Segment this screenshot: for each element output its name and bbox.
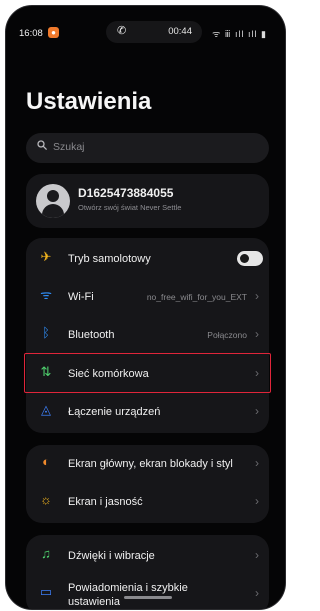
chevron-right-icon: › xyxy=(255,548,259,562)
device-connection-icon: ◬ xyxy=(41,402,51,417)
settings-item-label: Tryb samolotowy xyxy=(68,253,151,265)
airplane-mode-toggle[interactable] xyxy=(237,251,263,266)
notifications-icon: ▭ xyxy=(39,584,53,599)
connectivity-group: ✈ Tryb samolotowy ᯤ Wi-Fi no_free_wifi_f… xyxy=(24,238,271,433)
brightness-icon: ☼ xyxy=(40,492,52,507)
settings-item-label: Łączenie urządzeń xyxy=(68,406,161,418)
home-indicator[interactable] xyxy=(124,596,172,599)
ongoing-call-pill[interactable]: ✆ 00:44 xyxy=(106,21,202,43)
settings-item-bluetooth[interactable]: ᛒ Bluetooth Połączono › xyxy=(26,316,269,354)
settings-item-label: Powiadomienia i szybkie ustawienia xyxy=(68,582,188,608)
settings-item-airplane-mode[interactable]: ✈ Tryb samolotowy xyxy=(26,240,269,278)
page-title: Ustawienia xyxy=(26,88,152,115)
display-group: ◐ Ekran główny, ekran blokady i styl › ☼… xyxy=(26,445,269,523)
status-bar: 16:08 ● ✆ 00:44 ᯤ ⅲ ıll ıll ▮ xyxy=(6,6,285,56)
chevron-right-icon: › xyxy=(255,289,259,303)
chevron-right-icon: › xyxy=(255,456,259,470)
settings-item-label: Dźwięki i wibracje xyxy=(68,550,155,562)
settings-item-device-connection[interactable]: ◬ Łączenie urządzeń › xyxy=(26,393,269,431)
chevron-right-icon: › xyxy=(255,327,259,341)
phone-screen: 16:08 ● ✆ 00:44 ᯤ ⅲ ıll ıll ▮ Ustawienia… xyxy=(6,6,285,609)
call-duration: 00:44 xyxy=(168,26,192,37)
settings-item-label: Wi-Fi xyxy=(68,291,94,303)
highlight-box xyxy=(24,353,271,393)
search-icon xyxy=(37,140,47,150)
settings-item-home-lock-style[interactable]: ◐ Ekran główny, ekran blokady i styl › xyxy=(26,445,269,483)
bluetooth-icon: ᛒ xyxy=(42,325,50,340)
search-placeholder: Szukaj xyxy=(53,141,85,153)
status-icons: ᯤ ⅲ ıll ıll ▮ xyxy=(212,29,267,39)
settings-item-sound-vibration[interactable]: ♫ Dźwięki i wibracje › xyxy=(26,537,269,575)
settings-item-notifications[interactable]: ▭ Powiadomienia i szybkie ustawienia › xyxy=(26,575,269,609)
account-name: D1625473884055 xyxy=(78,186,174,200)
sound-vibration-icon: ♫ xyxy=(41,546,51,561)
settings-item-label: Ekran główny, ekran blokady i styl xyxy=(68,458,233,470)
chevron-right-icon: › xyxy=(255,494,259,508)
avatar xyxy=(36,184,70,218)
account-subtitle: Otwórz swój świat Never Settle xyxy=(78,203,182,212)
settings-item-label: Bluetooth xyxy=(68,329,115,341)
chevron-right-icon: › xyxy=(255,586,259,600)
account-card[interactable]: D1625473884055 Otwórz swój świat Never S… xyxy=(26,174,269,228)
airplane-icon: ✈ xyxy=(40,249,52,264)
search-bar[interactable]: Szukaj xyxy=(26,133,269,163)
palette-icon: ◐ xyxy=(42,454,50,469)
settings-item-display-brightness[interactable]: ☼ Ekran i jasność › xyxy=(26,483,269,521)
wifi-icon: ᯤ xyxy=(40,287,52,302)
bluetooth-status: Połączono xyxy=(207,330,247,340)
settings-item-wifi[interactable]: ᯤ Wi-Fi no_free_wifi_for_you_EXT › xyxy=(26,278,269,316)
wifi-network-name: no_free_wifi_for_you_EXT xyxy=(146,292,247,302)
notification-app-icon: ● xyxy=(48,27,59,38)
chevron-right-icon: › xyxy=(255,404,259,418)
settings-item-label: Ekran i jasność xyxy=(68,496,143,508)
status-time: 16:08 xyxy=(19,28,43,39)
phone-icon: ✆ xyxy=(117,25,127,37)
